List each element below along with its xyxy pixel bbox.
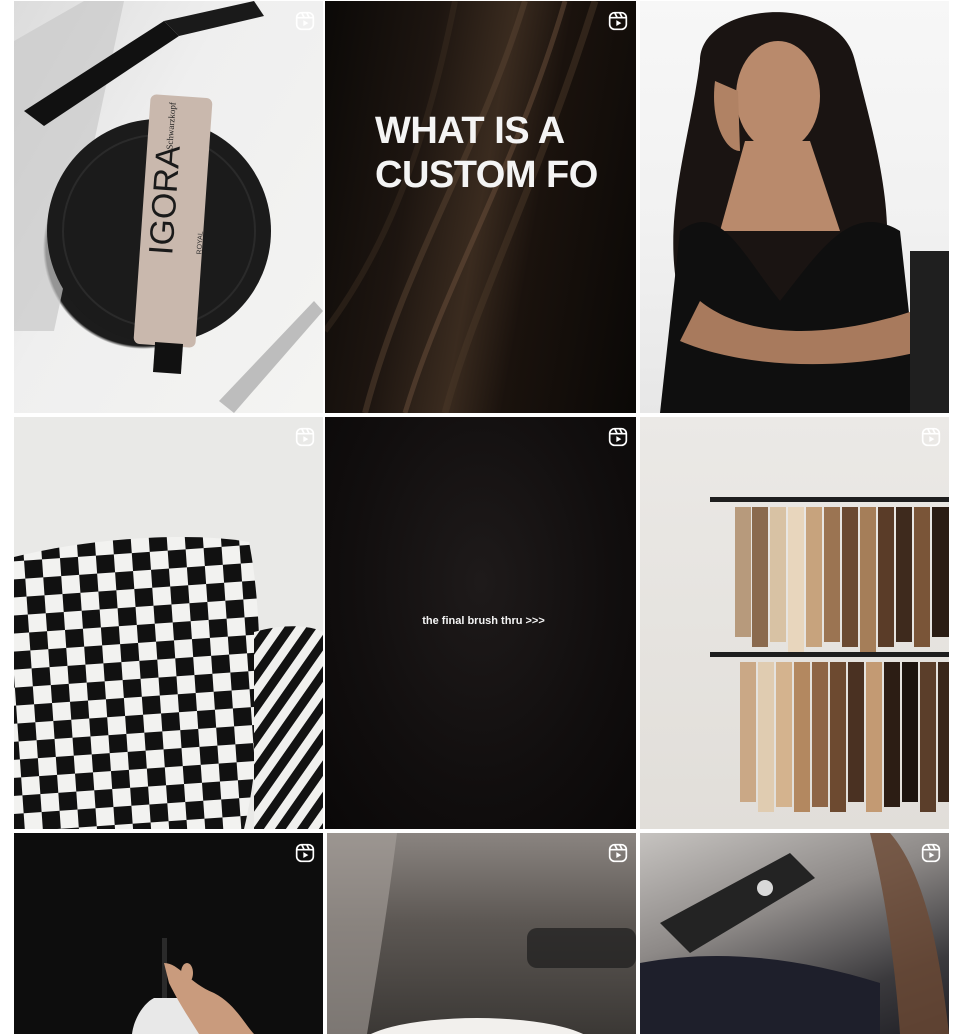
reels-icon — [921, 843, 941, 863]
reels-icon — [608, 427, 628, 447]
hair-strands-photo — [325, 1, 599, 413]
checkered-pillow-photo — [14, 537, 323, 829]
reels-grid: Schwarzkopf IGORA ROYAL WHAT IS A CUSTOM… — [0, 0, 957, 1034]
portrait-photo — [660, 12, 949, 413]
reels-icon — [295, 843, 315, 863]
reel-caption: the final brush thru >>> — [422, 615, 545, 627]
grid-tile[interactable]: WHAT IS A CUSTOM FO — [325, 1, 636, 413]
grid-tile[interactable] — [14, 833, 323, 1034]
grid-tile[interactable] — [327, 833, 636, 1034]
tile-photo: Schwarzkopf IGORA ROYAL — [14, 1, 323, 413]
reels-icon — [608, 11, 628, 31]
grid-tile[interactable]: the final brush thru >>> — [325, 417, 636, 829]
grid-tile[interactable] — [640, 1, 949, 413]
tube-product-text: IGORA — [142, 144, 188, 256]
spray-bottle-photo — [132, 938, 254, 1034]
grid-tile[interactable]: Schwarzkopf IGORA ROYAL — [14, 1, 323, 413]
reels-icon — [608, 843, 628, 863]
hair-mask-jar-photo — [327, 833, 636, 1034]
hair-extensions-rack-photo — [710, 497, 949, 812]
reel-caption: WHAT IS A CUSTOM FO — [375, 110, 598, 196]
grid-tile[interactable] — [640, 833, 949, 1034]
reels-icon — [295, 427, 315, 447]
grid-tile[interactable] — [14, 417, 323, 829]
styling-tool-photo — [640, 833, 949, 1034]
grid-tile[interactable] — [640, 417, 949, 829]
reels-icon — [921, 427, 941, 447]
reels-icon — [295, 11, 315, 31]
